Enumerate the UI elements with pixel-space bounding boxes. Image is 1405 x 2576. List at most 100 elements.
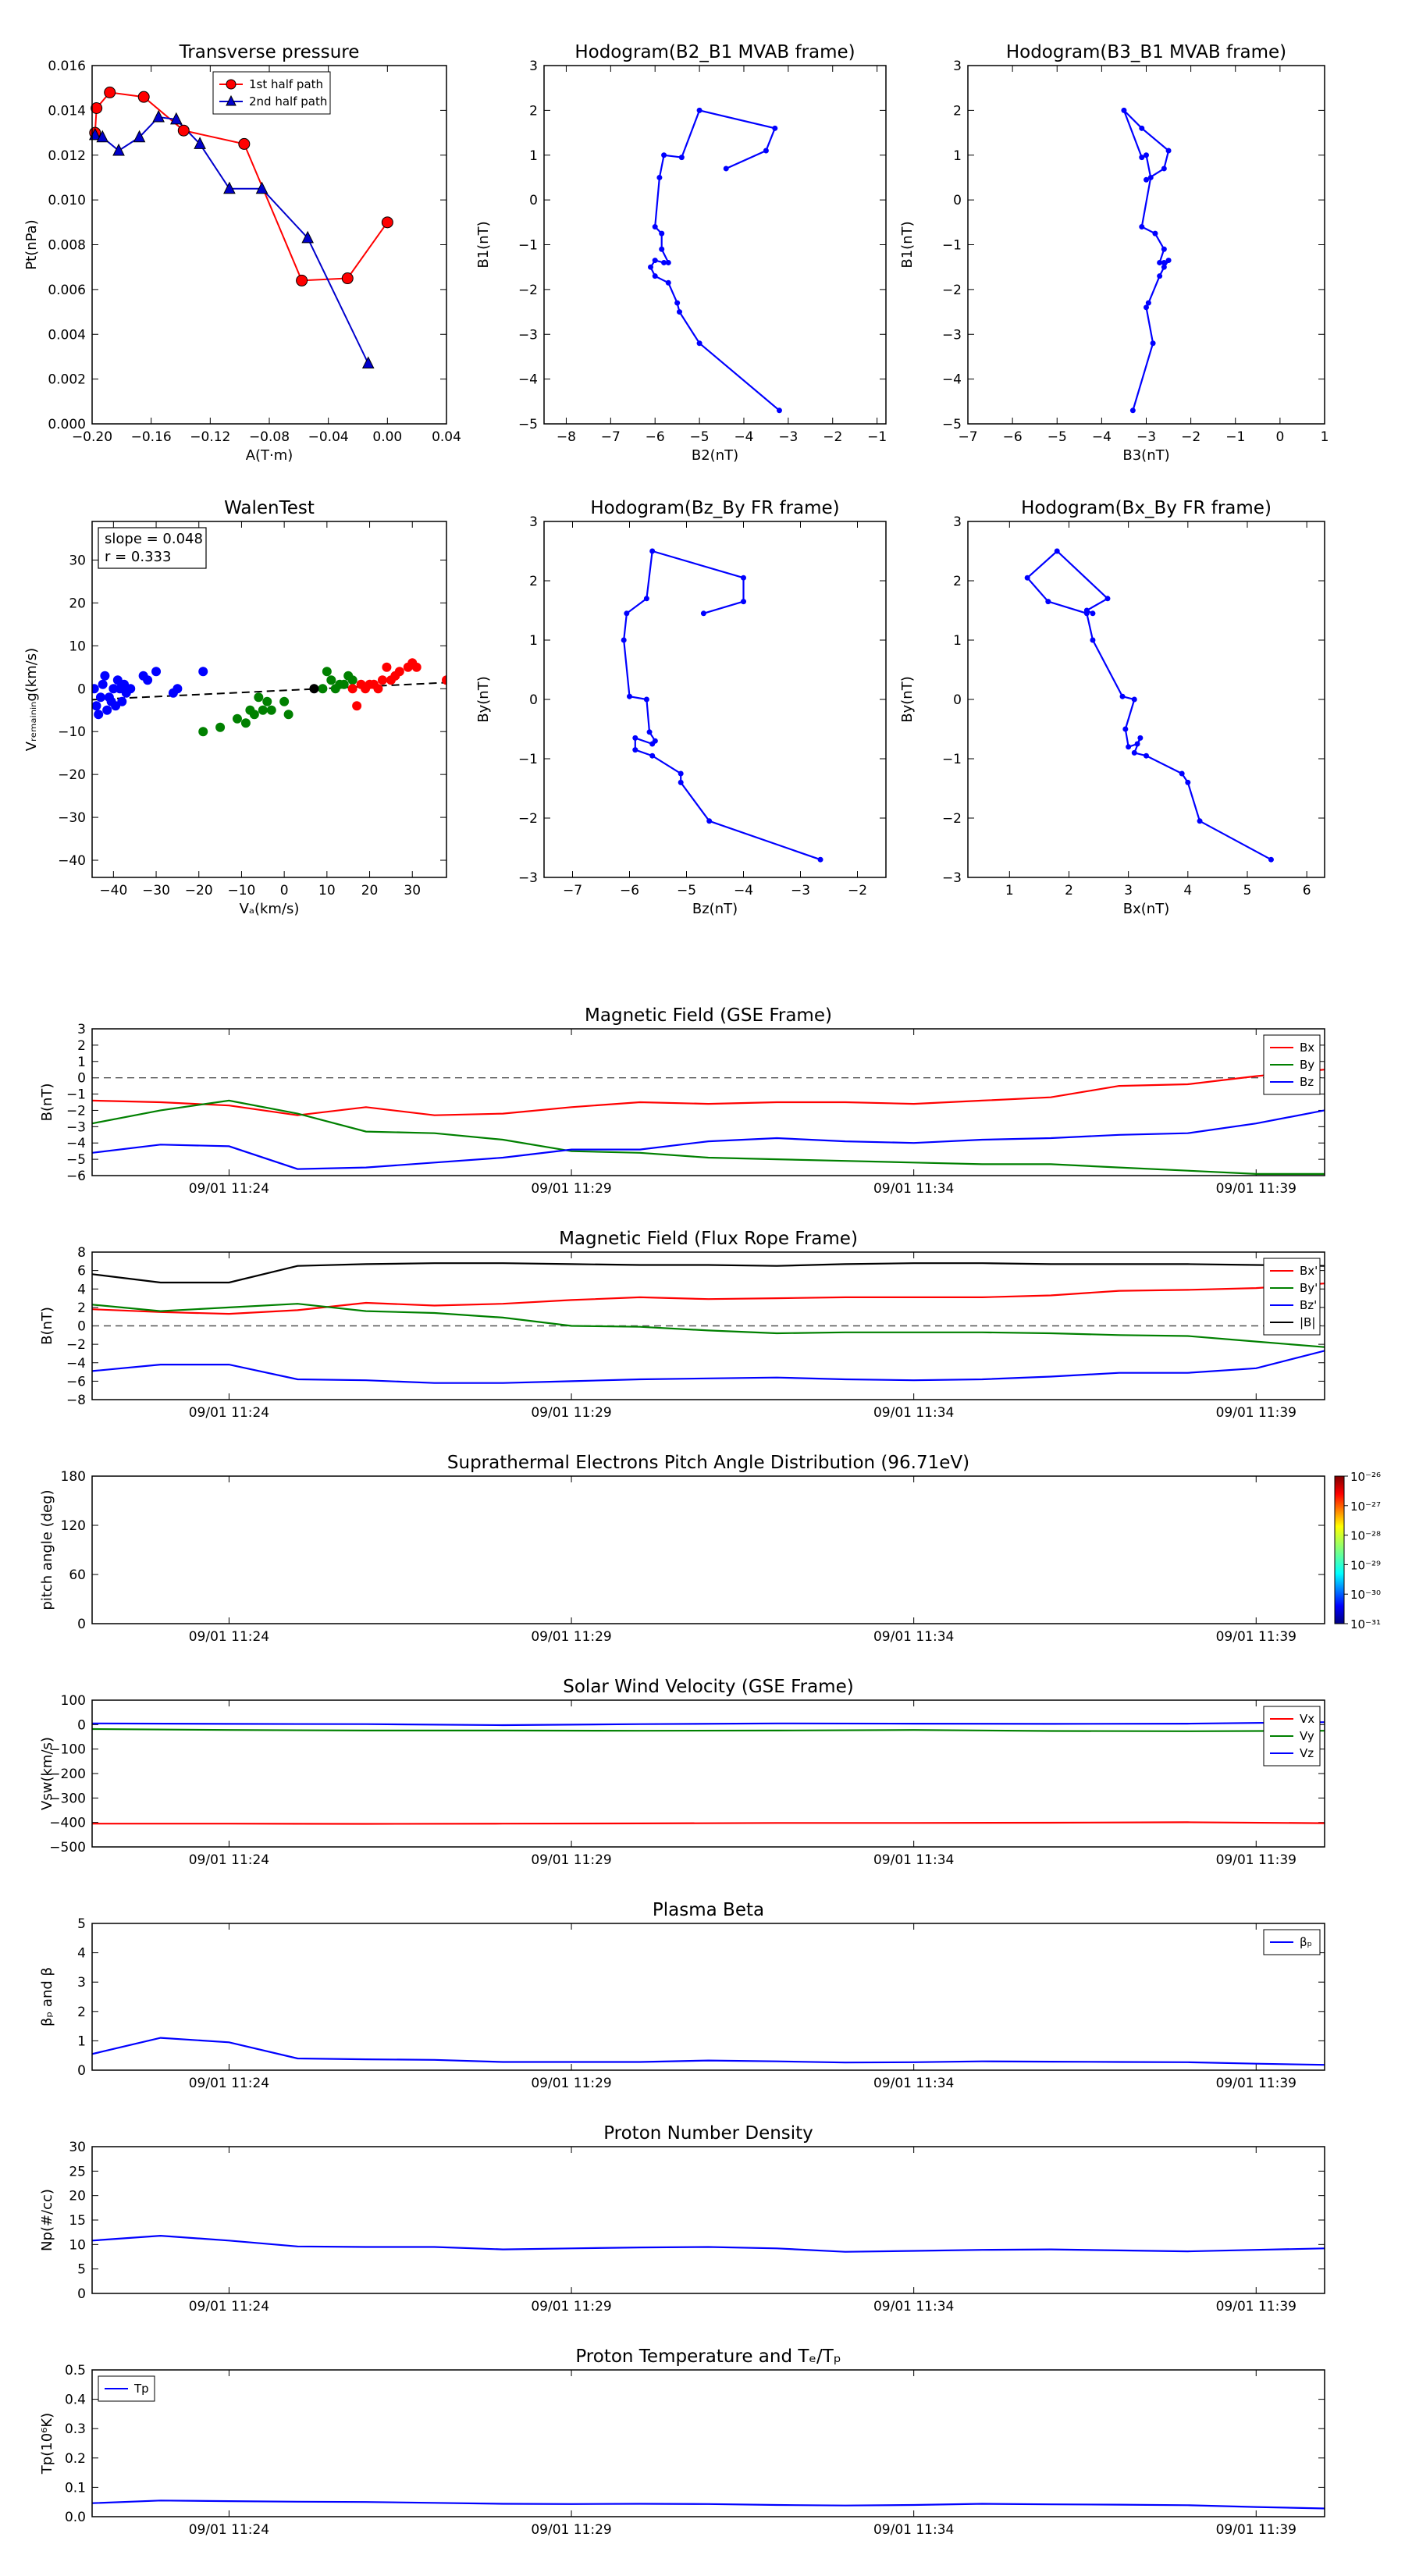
chart-title: Hodogram(Bx_By FR frame) bbox=[1021, 498, 1272, 518]
x-tick-label: 09/01 11:39 bbox=[1216, 1852, 1297, 1868]
axes-frame bbox=[543, 65, 887, 425]
data-point bbox=[91, 102, 103, 115]
x-tick-label: 09/01 11:24 bbox=[189, 1405, 269, 1421]
scatter-point bbox=[318, 684, 328, 694]
data-point bbox=[659, 246, 665, 252]
plot-area bbox=[1026, 550, 1272, 861]
data-point bbox=[649, 741, 656, 747]
chart-transverse_pressure: Transverse pressure0.0000.0020.0040.0060… bbox=[23, 42, 461, 464]
data-point bbox=[696, 107, 702, 113]
x-tick-label: −30 bbox=[142, 883, 170, 898]
data-point bbox=[741, 599, 746, 605]
y-tick-label: −2 bbox=[66, 1103, 86, 1119]
data-point bbox=[1152, 230, 1158, 237]
x-tick-label: 09/01 11:29 bbox=[531, 1629, 611, 1645]
x-tick-label: −1 bbox=[867, 429, 887, 445]
x-tick-label: 09/01 11:29 bbox=[531, 2076, 611, 2091]
chart-plasma_beta: Plasma Beta 0 1 2 3 4 5 09/01 11:24 09/01 11:29 0… bbox=[39, 1900, 1325, 2091]
data-point bbox=[1161, 264, 1167, 270]
legend-label: Bx bbox=[1300, 1041, 1314, 1055]
data-point bbox=[661, 152, 667, 158]
data-point bbox=[1131, 696, 1137, 703]
y-tick-label: −1 bbox=[942, 238, 962, 254]
data-point bbox=[1104, 596, 1111, 602]
y-tick-label: 2 bbox=[953, 574, 962, 589]
x-tick-label: 6 bbox=[1303, 883, 1311, 898]
legend-label: Bz' bbox=[1300, 1298, 1317, 1312]
scatter-point bbox=[339, 679, 349, 689]
series-line bbox=[94, 91, 389, 282]
y-tick-label: 30 bbox=[69, 2140, 86, 2155]
scatter-point bbox=[92, 684, 99, 694]
legend: βₚ bbox=[1263, 1929, 1321, 1955]
legend-label: Bz bbox=[1300, 1075, 1314, 1089]
scatter-point bbox=[283, 710, 293, 720]
x-tick-label: −2 bbox=[1181, 429, 1200, 445]
x-tick-label: 09/01 11:34 bbox=[873, 1629, 954, 1645]
x-tick-label: −7 bbox=[601, 429, 621, 445]
x-tick-label: 09/01 11:39 bbox=[1216, 1181, 1297, 1197]
y-tick-label: 0 bbox=[529, 193, 538, 208]
data-point bbox=[255, 181, 269, 194]
series-line bbox=[92, 1727, 1325, 1732]
data-point bbox=[1134, 741, 1140, 747]
data-point bbox=[659, 230, 665, 237]
data-point bbox=[1054, 548, 1060, 554]
data-point bbox=[621, 637, 627, 643]
x-tick-label: 09/01 11:34 bbox=[873, 1852, 954, 1868]
scatter-point bbox=[411, 662, 422, 672]
chart-title: Suprathermal Electrons Pitch Angle Distr… bbox=[447, 1453, 969, 1473]
y-tick-label: −6 bbox=[66, 1374, 86, 1389]
y-tick-label: −3 bbox=[66, 1119, 86, 1135]
data-point bbox=[776, 407, 782, 414]
data-point bbox=[1126, 744, 1132, 750]
y-tick-label: 0.016 bbox=[48, 59, 86, 74]
scatter-point bbox=[309, 684, 319, 694]
y-tick-label: 0.5 bbox=[65, 2363, 86, 2379]
data-point bbox=[678, 155, 685, 161]
annotation-text: r = 0.333 bbox=[105, 549, 171, 565]
axes-frame bbox=[91, 1923, 1325, 2071]
colorbar: 10⁻²⁶ 10⁻²⁷ 10⁻²⁸ 10⁻²⁹ 10⁻³⁰ 10⁻³¹ bbox=[1334, 1470, 1381, 1631]
chart-proton_temperature: Proton Temperature and Tₑ/Tₚ 0.0 0.1 0.2 0.3… bbox=[39, 2347, 1325, 2538]
chart-mag_gse: Magnetic Field (GSE Frame) −6−5−4−3−2−101… bbox=[39, 1005, 1325, 1197]
data-point bbox=[296, 274, 308, 286]
data-point bbox=[1157, 273, 1163, 279]
data-point bbox=[661, 259, 667, 265]
data-point bbox=[649, 548, 656, 554]
x-tick-label: −4 bbox=[734, 429, 753, 445]
x-tick-label: 5 bbox=[1243, 883, 1252, 898]
scatter-point bbox=[100, 671, 110, 681]
y-tick-label: 2 bbox=[529, 574, 538, 589]
data-point bbox=[1024, 575, 1030, 581]
y-tick-label: 0.008 bbox=[48, 238, 86, 254]
x-tick-label: 0 bbox=[1275, 429, 1284, 445]
scatter-point bbox=[254, 692, 264, 703]
x-tick-label: 0 bbox=[280, 883, 289, 898]
series-line bbox=[92, 1069, 1325, 1116]
y-tick-label: −10 bbox=[58, 724, 86, 740]
annotation-text: slope = 0.048 bbox=[105, 531, 203, 547]
scatter-point bbox=[373, 684, 383, 694]
data-point bbox=[643, 596, 649, 602]
data-point bbox=[674, 300, 681, 306]
x-tick-label: −6 bbox=[1003, 429, 1023, 445]
y-tick-label: 25 bbox=[69, 2164, 86, 2179]
y-tick-label: 20 bbox=[69, 2189, 86, 2204]
chart-title: Plasma Beta bbox=[653, 1900, 764, 1920]
x-tick-label: 09/01 11:34 bbox=[873, 1181, 954, 1197]
y-axis-label: B1(nT) bbox=[899, 221, 916, 268]
legend-label: Vy bbox=[1300, 1729, 1314, 1743]
y-tick-label: 0 bbox=[77, 1717, 86, 1733]
y-tick-label: 0.014 bbox=[48, 103, 86, 119]
y-tick-label: −1 bbox=[66, 1087, 86, 1103]
chart-hodo_b2_b1: Hodogram(B2_B1 MVAB frame) −5 −4 −3 −2 −1 0 1 2 3… bbox=[475, 42, 887, 464]
y-tick-label: 20 bbox=[69, 596, 86, 611]
chart-title: Solar Wind Velocity (GSE Frame) bbox=[563, 1677, 853, 1697]
scatter-point bbox=[266, 705, 276, 715]
scatter-point bbox=[347, 675, 357, 685]
legend: Bx' By' Bz' |B| bbox=[1263, 1258, 1321, 1336]
y-axis-label: By(nT) bbox=[475, 676, 492, 722]
chart-hodo_b3_b1: Hodogram(B3_B1 MVAB frame) −5 −4 −3 −2 −1 0 1 2 3… bbox=[899, 42, 1329, 464]
chart-pad: Suprathermal Electrons Pitch Angle Distr… bbox=[39, 1453, 1381, 1645]
